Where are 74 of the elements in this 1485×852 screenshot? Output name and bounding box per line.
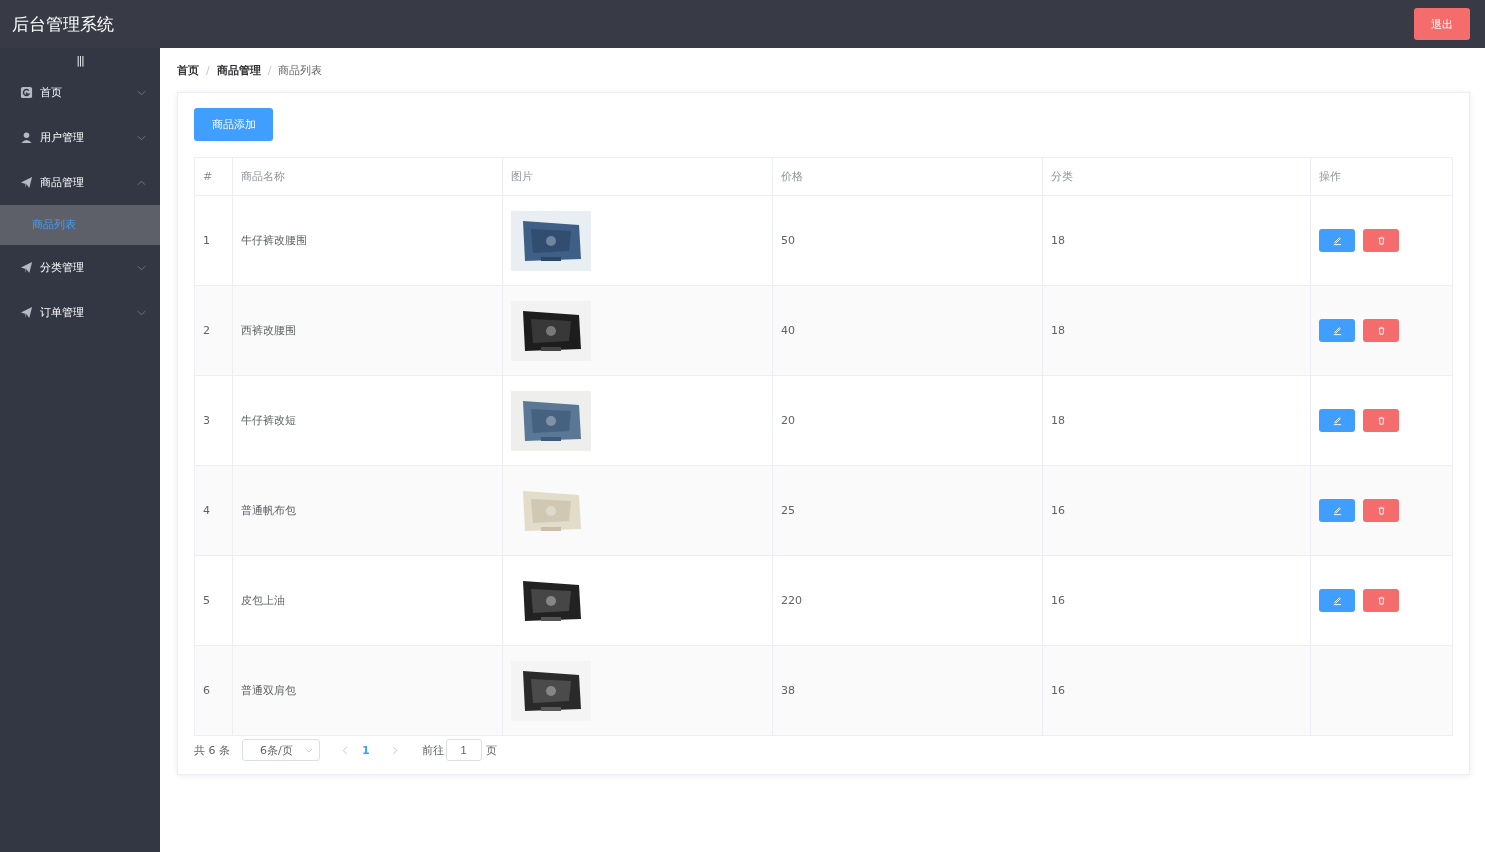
edit-button[interactable] xyxy=(1319,409,1355,432)
paper-plane-icon xyxy=(20,306,33,319)
chevron-down-icon xyxy=(137,89,146,96)
table-cell: 25 xyxy=(772,465,1043,556)
chevron-down-icon xyxy=(137,264,146,271)
table-cell: 18 xyxy=(1042,285,1311,376)
table-cell: 20 xyxy=(772,375,1043,466)
table-cell: 50 xyxy=(772,195,1043,286)
table-cell: 16 xyxy=(1042,645,1311,736)
page-input[interactable]: 1 xyxy=(445,739,482,761)
app-title: 后台管理系统 xyxy=(12,12,114,36)
jump-label: 前往 xyxy=(421,742,444,758)
delete-button[interactable] xyxy=(1363,229,1399,252)
page-suffix: 页 xyxy=(485,742,497,758)
edit-icon xyxy=(1331,235,1343,246)
table-cell: 皮包上油 xyxy=(232,555,503,646)
delete-button[interactable] xyxy=(1363,499,1399,522)
paper-plane-icon xyxy=(20,261,33,274)
table-cell: 普通双肩包 xyxy=(232,645,503,736)
table-cell: 18 xyxy=(1042,195,1311,286)
column-header: 商品名称 xyxy=(232,157,503,196)
menu-item[interactable]: 用户管理 xyxy=(0,115,160,160)
breadcrumb-separator: / xyxy=(267,63,272,77)
user-icon xyxy=(20,131,33,144)
table-cell: 牛仔裤改腰围 xyxy=(232,195,503,286)
delete-button[interactable] xyxy=(1363,319,1399,342)
menu-item[interactable]: 首页 xyxy=(0,70,160,115)
table-cell: 38 xyxy=(772,645,1043,736)
table-cell: 4 xyxy=(194,465,233,556)
table-cell: 16 xyxy=(1042,555,1311,646)
menu-item[interactable]: 商品管理 xyxy=(0,160,160,205)
column-header: 图片 xyxy=(502,157,773,196)
page-size-select[interactable]: 6条/页 xyxy=(242,739,320,761)
edit-icon xyxy=(1331,415,1343,426)
table-cell: 220 xyxy=(772,555,1043,646)
table-cell: 5 xyxy=(194,555,233,646)
menu-toggle[interactable]: ||| xyxy=(0,50,160,70)
prev-page-icon[interactable] xyxy=(342,745,348,755)
column-header: 操作 xyxy=(1310,157,1453,196)
edit-button[interactable] xyxy=(1319,589,1355,612)
table-cell: 西裤改腰围 xyxy=(232,285,503,376)
edit-button[interactable] xyxy=(1319,319,1355,342)
table-cell: 6 xyxy=(194,645,233,736)
breadcrumb-separator: / xyxy=(206,63,210,77)
edit-button[interactable] xyxy=(1319,229,1355,252)
table-cell: 1 xyxy=(194,195,233,286)
edit-button[interactable] xyxy=(1319,499,1355,522)
edit-icon xyxy=(1331,595,1343,606)
breadcrumb-link[interactable]: 商品管理 xyxy=(216,62,261,78)
table-cell: 40 xyxy=(772,285,1043,376)
table-cell: 牛仔裤改短 xyxy=(232,375,503,466)
paper-plane-icon xyxy=(20,176,33,189)
chevron-down-icon xyxy=(137,309,146,316)
table-cell: 普通帆布包 xyxy=(232,465,503,556)
next-page-icon[interactable] xyxy=(391,745,398,755)
edit-icon xyxy=(1331,505,1343,516)
menu-item[interactable]: 分类管理 xyxy=(0,245,160,290)
total-count: 共 6 条 xyxy=(194,742,230,758)
column-header: # xyxy=(194,157,233,196)
delete-button[interactable] xyxy=(1363,409,1399,432)
chevron-down-icon xyxy=(305,747,313,753)
dashboard-icon xyxy=(20,86,33,99)
edit-icon xyxy=(1331,325,1343,336)
column-header: 价格 xyxy=(772,157,1043,196)
chevron-up-icon xyxy=(137,179,146,186)
table-cell: 18 xyxy=(1042,375,1311,466)
chevron-down-icon xyxy=(137,134,146,141)
table-cell: 3 xyxy=(194,375,233,466)
breadcrumb-link[interactable]: 首页 xyxy=(177,62,199,78)
menu-item[interactable]: 订单管理 xyxy=(0,290,160,335)
table-cell: 2 xyxy=(194,285,233,376)
delete-button[interactable] xyxy=(1363,589,1399,612)
table-cell: 16 xyxy=(1042,465,1311,556)
column-header: 分类 xyxy=(1042,157,1311,196)
